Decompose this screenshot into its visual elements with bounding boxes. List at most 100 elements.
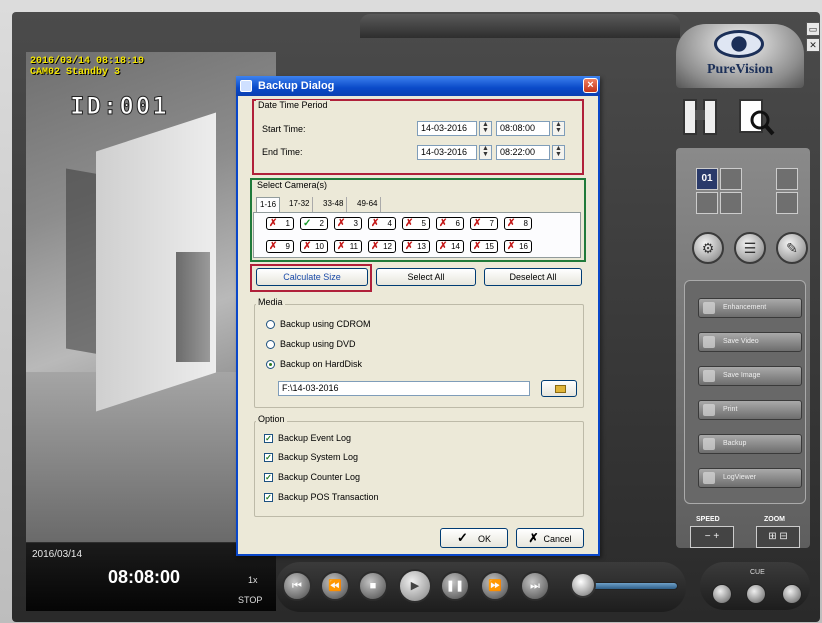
save-video-button[interactable]: Save Video [698, 332, 802, 352]
quad-view-button[interactable] [720, 168, 742, 190]
camera-11-checkbox[interactable]: ✗ 11 [334, 240, 362, 253]
select-all-button[interactable]: Select All [376, 268, 476, 286]
cue-left-button[interactable] [712, 584, 732, 604]
camera-12-checkbox[interactable]: ✗ 12 [368, 240, 396, 253]
nine-view-button[interactable] [696, 192, 718, 214]
minimize-icon[interactable]: ▭ [806, 22, 820, 36]
camera-15-checkbox[interactable]: ✗ 15 [470, 240, 498, 253]
print-button[interactable]: Print [698, 400, 802, 420]
fullscreen-icon[interactable] [776, 168, 798, 190]
x-icon: ✗ [303, 241, 312, 252]
camera-6-checkbox[interactable]: ✗ 6 [436, 217, 464, 230]
x-icon: ✗ [473, 218, 482, 229]
cue-right-button[interactable] [782, 584, 802, 604]
save-image-button[interactable]: Save Image [698, 366, 802, 386]
backup-path-field[interactable]: F:\14-03-2016 [278, 381, 530, 396]
osd-timestamp: 2016/03/14 08:18:19 [30, 56, 145, 67]
start-time-spinner[interactable]: ▲ ▼ [552, 121, 565, 136]
dialog-close-button[interactable]: × [583, 78, 598, 93]
wrench-icon[interactable]: ✎ [776, 232, 808, 264]
list-icon[interactable]: ☰ [734, 232, 766, 264]
step-forward-button[interactable]: ⏩ [480, 571, 510, 601]
start-date-field[interactable]: 14-03-2016 [417, 121, 477, 136]
camera-1-checkbox[interactable]: ✗ 1 [266, 217, 294, 230]
check-icon: ✓ [457, 530, 468, 545]
camera-7-checkbox[interactable]: ✗ 7 [470, 217, 498, 230]
pause-button[interactable]: ❚❚ [440, 571, 470, 601]
camera-14-checkbox[interactable]: ✗ 14 [436, 240, 464, 253]
cdrom-radio[interactable] [266, 320, 275, 329]
backup-button[interactable]: Backup [698, 434, 802, 454]
ok-button[interactable]: ✓ OK [440, 528, 508, 548]
osd-camera: CAM02 Standby 3 [30, 67, 121, 78]
dialog-title[interactable]: Backup Dialog [236, 76, 600, 96]
calculate-size-button[interactable]: Calculate Size [256, 268, 368, 286]
camera-number: 13 [417, 242, 426, 251]
channel-01-button[interactable]: 01 [696, 168, 718, 190]
camera-4-checkbox[interactable]: ✗ 4 [368, 217, 396, 230]
play-button[interactable]: ▶ [398, 569, 432, 603]
pos-transaction-checkbox[interactable]: ✓ [264, 493, 273, 502]
tab-17-32[interactable]: 17-32 [286, 197, 314, 212]
end-time-label: End Time: [262, 147, 303, 157]
search-document-icon[interactable] [736, 96, 776, 140]
sixteen-view-button[interactable] [720, 192, 742, 214]
x-icon: ✗ [405, 241, 414, 252]
end-date-field[interactable]: 14-03-2016 [417, 145, 477, 160]
x-icon: ✗ [473, 241, 482, 252]
end-date-spinner[interactable]: ▲ ▼ [479, 145, 492, 160]
stop-button[interactable]: ■ [358, 571, 388, 601]
camera-number: 8 [523, 219, 528, 228]
camera-5-checkbox[interactable]: ✗ 5 [402, 217, 430, 230]
cue-center-button[interactable] [746, 584, 766, 604]
harddisk-label: Backup on HardDisk [280, 359, 363, 369]
deselect-all-button[interactable]: Deselect All [484, 268, 582, 286]
skip-start-button[interactable]: ⏮ [282, 571, 312, 601]
x-icon: ✗ [337, 241, 346, 252]
camera-number: 2 [319, 219, 324, 228]
pip-icon[interactable] [776, 192, 798, 214]
camera-number: 3 [353, 219, 358, 228]
tab-49-64[interactable]: 49-64 [354, 197, 382, 212]
dvd-radio[interactable] [266, 340, 275, 349]
step-back-button[interactable]: ⏪ [320, 571, 350, 601]
browse-folder-icon[interactable] [541, 380, 577, 397]
start-date-spinner[interactable]: ▲ ▼ [479, 121, 492, 136]
camera-8-checkbox[interactable]: ✗ 8 [504, 217, 532, 230]
camera-16-checkbox[interactable]: ✗ 16 [504, 240, 532, 253]
binoculars-icon[interactable] [680, 96, 720, 140]
volume-icon[interactable] [570, 572, 596, 598]
end-time-spinner[interactable]: ▲ ▼ [552, 145, 565, 160]
counter-log-checkbox[interactable]: ✓ [264, 473, 273, 482]
skip-end-button[interactable]: ⏭ [520, 571, 550, 601]
x-icon: ✗ [371, 218, 380, 229]
system-log-checkbox[interactable]: ✓ [264, 453, 273, 462]
tab-1-16[interactable]: 1-16 [256, 197, 281, 212]
start-time-field[interactable]: 08:08:00 [496, 121, 550, 136]
camera-number: 16 [519, 242, 528, 251]
logviewer-button[interactable]: LogViewer [698, 468, 802, 488]
speed-label: SPEED [696, 516, 720, 523]
x-icon: ✗ [507, 218, 516, 229]
tab-33-48[interactable]: 33-48 [320, 197, 348, 212]
camera-9-checkbox[interactable]: ✗ 9 [266, 240, 294, 253]
dvr-top-bar [360, 14, 680, 38]
playback-date: 2016/03/14 [32, 549, 83, 560]
datetime-highlight [252, 99, 584, 175]
camera-2-checkbox[interactable]: ✓ 2 [300, 217, 328, 230]
cancel-button[interactable]: ✗ Cancel [516, 528, 584, 548]
speed-control[interactable]: − + [690, 526, 734, 548]
zoom-control[interactable]: ⊞ ⊟ [756, 526, 800, 548]
harddisk-radio[interactable] [266, 360, 275, 369]
event-log-checkbox[interactable]: ✓ [264, 434, 273, 443]
end-time-field[interactable]: 08:22:00 [496, 145, 550, 160]
settings-cog-icon[interactable]: ⚙ [692, 232, 724, 264]
x-icon: ✗ [371, 241, 380, 252]
camera-13-checkbox[interactable]: ✗ 13 [402, 240, 430, 253]
playback-state: STOP [238, 595, 263, 605]
camera-10-checkbox[interactable]: ✗ 10 [300, 240, 328, 253]
ok-label: OK [477, 534, 491, 544]
camera-3-checkbox[interactable]: ✗ 3 [334, 217, 362, 230]
enhancement-button[interactable]: Enhancement [698, 298, 802, 318]
window-close-icon[interactable]: ✕ [806, 38, 820, 52]
